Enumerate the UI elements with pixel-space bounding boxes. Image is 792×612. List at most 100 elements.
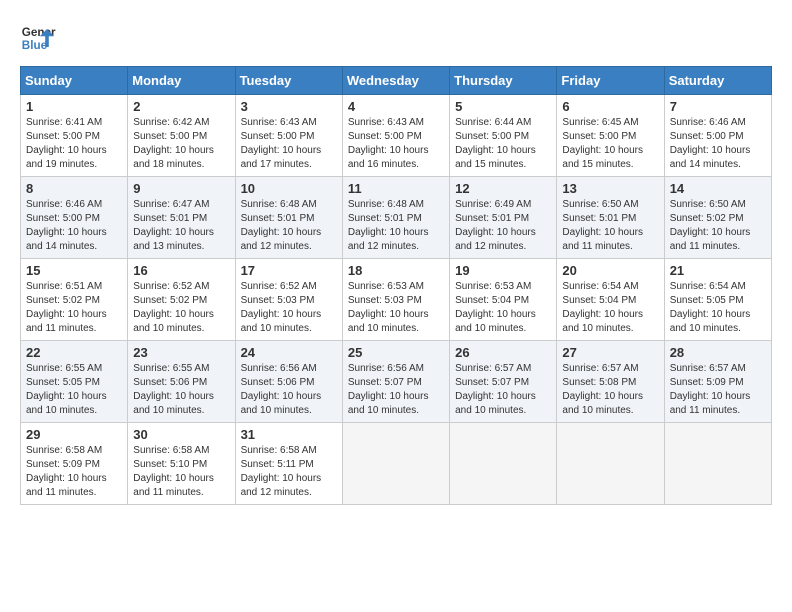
day-number: 29 [26, 427, 122, 442]
calendar-cell: 4 Sunrise: 6:43 AM Sunset: 5:00 PM Dayli… [342, 95, 449, 177]
calendar-row-2: 15 Sunrise: 6:51 AM Sunset: 5:02 PM Dayl… [21, 259, 772, 341]
day-info: Sunrise: 6:52 AM Sunset: 5:03 PM Dayligh… [241, 280, 337, 336]
calendar-cell: 18 Sunrise: 6:53 AM Sunset: 5:03 PM Dayl… [342, 259, 449, 341]
day-number: 8 [26, 181, 122, 196]
day-number: 30 [133, 427, 229, 442]
day-number: 12 [455, 181, 551, 196]
day-info: Sunrise: 6:56 AM Sunset: 5:07 PM Dayligh… [348, 362, 444, 418]
calendar-cell: 25 Sunrise: 6:56 AM Sunset: 5:07 PM Dayl… [342, 341, 449, 423]
day-info: Sunrise: 6:58 AM Sunset: 5:10 PM Dayligh… [133, 444, 229, 500]
calendar-header-tuesday: Tuesday [235, 67, 342, 95]
day-info: Sunrise: 6:58 AM Sunset: 5:11 PM Dayligh… [241, 444, 337, 500]
calendar: SundayMondayTuesdayWednesdayThursdayFrid… [20, 66, 772, 505]
day-number: 20 [562, 263, 658, 278]
day-info: Sunrise: 6:53 AM Sunset: 5:03 PM Dayligh… [348, 280, 444, 336]
calendar-cell: 28 Sunrise: 6:57 AM Sunset: 5:09 PM Dayl… [664, 341, 771, 423]
day-number: 14 [670, 181, 766, 196]
day-info: Sunrise: 6:55 AM Sunset: 5:06 PM Dayligh… [133, 362, 229, 418]
calendar-header-row: SundayMondayTuesdayWednesdayThursdayFrid… [21, 67, 772, 95]
day-info: Sunrise: 6:56 AM Sunset: 5:06 PM Dayligh… [241, 362, 337, 418]
day-info: Sunrise: 6:52 AM Sunset: 5:02 PM Dayligh… [133, 280, 229, 336]
svg-text:General: General [22, 26, 56, 39]
calendar-header-monday: Monday [128, 67, 235, 95]
calendar-header-sunday: Sunday [21, 67, 128, 95]
day-info: Sunrise: 6:43 AM Sunset: 5:00 PM Dayligh… [348, 116, 444, 172]
day-info: Sunrise: 6:45 AM Sunset: 5:00 PM Dayligh… [562, 116, 658, 172]
calendar-cell: 20 Sunrise: 6:54 AM Sunset: 5:04 PM Dayl… [557, 259, 664, 341]
day-number: 10 [241, 181, 337, 196]
day-number: 17 [241, 263, 337, 278]
day-info: Sunrise: 6:47 AM Sunset: 5:01 PM Dayligh… [133, 198, 229, 254]
calendar-cell: 3 Sunrise: 6:43 AM Sunset: 5:00 PM Dayli… [235, 95, 342, 177]
calendar-header-friday: Friday [557, 67, 664, 95]
calendar-row-4: 29 Sunrise: 6:58 AM Sunset: 5:09 PM Dayl… [21, 423, 772, 505]
calendar-header-saturday: Saturday [664, 67, 771, 95]
calendar-cell: 15 Sunrise: 6:51 AM Sunset: 5:02 PM Dayl… [21, 259, 128, 341]
calendar-header-thursday: Thursday [450, 67, 557, 95]
calendar-cell: 22 Sunrise: 6:55 AM Sunset: 5:05 PM Dayl… [21, 341, 128, 423]
calendar-cell [450, 423, 557, 505]
calendar-cell: 26 Sunrise: 6:57 AM Sunset: 5:07 PM Dayl… [450, 341, 557, 423]
day-info: Sunrise: 6:50 AM Sunset: 5:02 PM Dayligh… [670, 198, 766, 254]
day-number: 19 [455, 263, 551, 278]
day-info: Sunrise: 6:48 AM Sunset: 5:01 PM Dayligh… [241, 198, 337, 254]
day-number: 16 [133, 263, 229, 278]
logo-icon: General Blue [20, 20, 56, 56]
calendar-cell: 19 Sunrise: 6:53 AM Sunset: 5:04 PM Dayl… [450, 259, 557, 341]
day-info: Sunrise: 6:46 AM Sunset: 5:00 PM Dayligh… [26, 198, 122, 254]
calendar-cell: 12 Sunrise: 6:49 AM Sunset: 5:01 PM Dayl… [450, 177, 557, 259]
day-number: 15 [26, 263, 122, 278]
day-info: Sunrise: 6:42 AM Sunset: 5:00 PM Dayligh… [133, 116, 229, 172]
day-number: 6 [562, 99, 658, 114]
calendar-cell: 5 Sunrise: 6:44 AM Sunset: 5:00 PM Dayli… [450, 95, 557, 177]
header: General Blue [20, 20, 772, 56]
calendar-row-1: 8 Sunrise: 6:46 AM Sunset: 5:00 PM Dayli… [21, 177, 772, 259]
day-info: Sunrise: 6:54 AM Sunset: 5:04 PM Dayligh… [562, 280, 658, 336]
svg-text:Blue: Blue [22, 39, 48, 52]
calendar-cell: 11 Sunrise: 6:48 AM Sunset: 5:01 PM Dayl… [342, 177, 449, 259]
day-number: 13 [562, 181, 658, 196]
logo: General Blue [20, 20, 56, 56]
day-number: 5 [455, 99, 551, 114]
day-info: Sunrise: 6:41 AM Sunset: 5:00 PM Dayligh… [26, 116, 122, 172]
calendar-row-0: 1 Sunrise: 6:41 AM Sunset: 5:00 PM Dayli… [21, 95, 772, 177]
calendar-cell [557, 423, 664, 505]
calendar-cell: 17 Sunrise: 6:52 AM Sunset: 5:03 PM Dayl… [235, 259, 342, 341]
day-number: 31 [241, 427, 337, 442]
calendar-cell: 9 Sunrise: 6:47 AM Sunset: 5:01 PM Dayli… [128, 177, 235, 259]
day-info: Sunrise: 6:53 AM Sunset: 5:04 PM Dayligh… [455, 280, 551, 336]
calendar-cell: 29 Sunrise: 6:58 AM Sunset: 5:09 PM Dayl… [21, 423, 128, 505]
calendar-cell [664, 423, 771, 505]
day-info: Sunrise: 6:57 AM Sunset: 5:09 PM Dayligh… [670, 362, 766, 418]
calendar-cell: 1 Sunrise: 6:41 AM Sunset: 5:00 PM Dayli… [21, 95, 128, 177]
day-info: Sunrise: 6:57 AM Sunset: 5:08 PM Dayligh… [562, 362, 658, 418]
day-info: Sunrise: 6:44 AM Sunset: 5:00 PM Dayligh… [455, 116, 551, 172]
calendar-cell: 21 Sunrise: 6:54 AM Sunset: 5:05 PM Dayl… [664, 259, 771, 341]
day-number: 27 [562, 345, 658, 360]
day-number: 25 [348, 345, 444, 360]
calendar-cell: 24 Sunrise: 6:56 AM Sunset: 5:06 PM Dayl… [235, 341, 342, 423]
day-number: 7 [670, 99, 766, 114]
calendar-cell: 31 Sunrise: 6:58 AM Sunset: 5:11 PM Dayl… [235, 423, 342, 505]
day-number: 1 [26, 99, 122, 114]
day-info: Sunrise: 6:49 AM Sunset: 5:01 PM Dayligh… [455, 198, 551, 254]
day-info: Sunrise: 6:54 AM Sunset: 5:05 PM Dayligh… [670, 280, 766, 336]
day-number: 9 [133, 181, 229, 196]
day-number: 3 [241, 99, 337, 114]
calendar-cell: 7 Sunrise: 6:46 AM Sunset: 5:00 PM Dayli… [664, 95, 771, 177]
calendar-cell: 2 Sunrise: 6:42 AM Sunset: 5:00 PM Dayli… [128, 95, 235, 177]
day-number: 23 [133, 345, 229, 360]
calendar-cell: 10 Sunrise: 6:48 AM Sunset: 5:01 PM Dayl… [235, 177, 342, 259]
calendar-cell: 8 Sunrise: 6:46 AM Sunset: 5:00 PM Dayli… [21, 177, 128, 259]
day-number: 18 [348, 263, 444, 278]
day-info: Sunrise: 6:57 AM Sunset: 5:07 PM Dayligh… [455, 362, 551, 418]
day-info: Sunrise: 6:43 AM Sunset: 5:00 PM Dayligh… [241, 116, 337, 172]
calendar-cell: 30 Sunrise: 6:58 AM Sunset: 5:10 PM Dayl… [128, 423, 235, 505]
calendar-cell: 23 Sunrise: 6:55 AM Sunset: 5:06 PM Dayl… [128, 341, 235, 423]
day-number: 21 [670, 263, 766, 278]
day-number: 4 [348, 99, 444, 114]
day-number: 22 [26, 345, 122, 360]
calendar-cell: 13 Sunrise: 6:50 AM Sunset: 5:01 PM Dayl… [557, 177, 664, 259]
day-number: 26 [455, 345, 551, 360]
day-number: 24 [241, 345, 337, 360]
